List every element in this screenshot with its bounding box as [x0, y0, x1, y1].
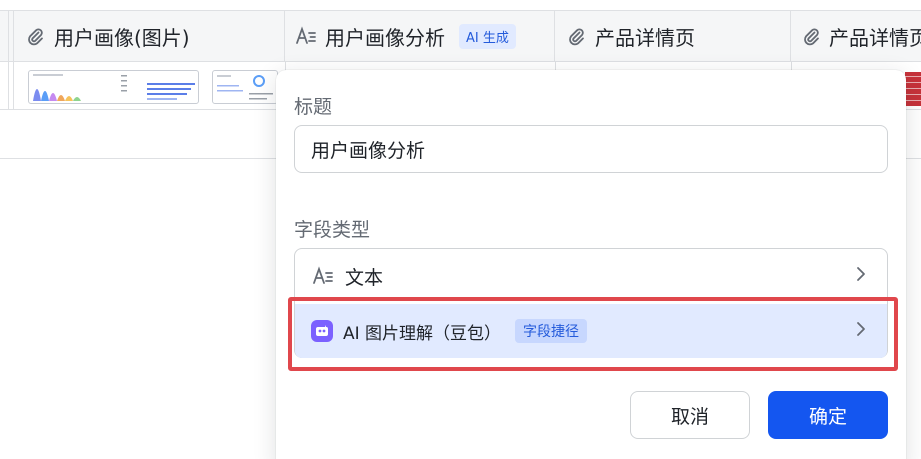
cancel-button[interactable]: 取消	[630, 391, 750, 439]
spreadsheet-view: 用户画像(图片) 用户画像分析 AI 生成 产品详情页 产品详情页 标题 用户画…	[0, 0, 921, 459]
column-header-product-detail-2[interactable]: 产品详情页	[791, 11, 921, 61]
row-header-column	[0, 11, 14, 61]
field-edit-dialog: 标题 用户画像分析 字段类型 文本 AI 图片理解（豆包） 字段捷径 取消 确定	[276, 70, 906, 459]
column-header-user-profile-image[interactable]: 用户画像(图片)	[14, 11, 285, 61]
title-input-value: 用户画像分析	[311, 139, 426, 162]
attachment-icon	[801, 25, 821, 47]
column-label: 产品详情页	[595, 25, 695, 50]
row-header-cell	[0, 62, 14, 110]
table-header: 用户画像(图片) 用户画像分析 AI 生成 产品详情页 产品详情页	[0, 10, 921, 62]
field-type-option-ai-image[interactable]: AI 图片理解（豆包） 字段捷径	[295, 304, 887, 358]
column-header-product-detail[interactable]: 产品详情页	[555, 11, 791, 61]
chevron-right-icon	[855, 320, 867, 342]
field-type-label-text: 文本	[345, 266, 384, 289]
title-label: 标题	[294, 96, 333, 118]
field-type-label-ai: AI 图片理解（豆包）	[343, 323, 502, 344]
column-label: 产品详情页	[829, 25, 921, 50]
confirm-button[interactable]: 确定	[768, 391, 888, 439]
text-field-icon	[295, 25, 317, 47]
attachment-thumbnail-partial[interactable]	[905, 72, 921, 106]
column-header-user-profile-analysis[interactable]: 用户画像分析 AI 生成	[285, 11, 555, 61]
column-label: 用户画像(图片)	[54, 25, 190, 50]
title-input[interactable]: 用户画像分析	[294, 125, 888, 173]
ai-generated-badge: AI 生成	[459, 23, 516, 49]
ai-image-app-icon	[311, 320, 333, 342]
attachment-icon	[24, 25, 46, 47]
field-type-label: 字段类型	[294, 219, 371, 241]
field-type-selector: 文本 AI 图片理解（豆包） 字段捷径	[294, 248, 888, 358]
field-type-option-text[interactable]: 文本	[295, 249, 887, 303]
field-shortcut-badge: 字段捷径	[515, 319, 588, 343]
chevron-right-icon	[855, 265, 867, 287]
attachment-thumbnail[interactable]	[28, 70, 199, 104]
text-field-icon	[311, 266, 335, 286]
attachment-thumbnail[interactable]	[212, 70, 278, 104]
attachment-icon	[565, 25, 587, 47]
column-label: 用户画像分析	[325, 25, 445, 50]
